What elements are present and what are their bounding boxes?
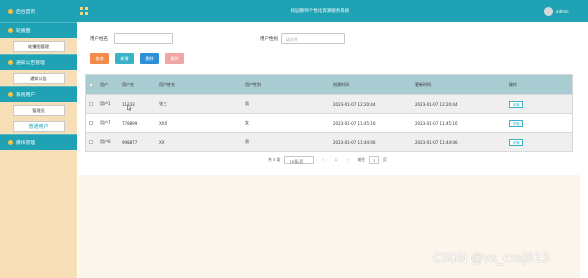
action-cell: 详情 (495, 119, 545, 127)
sidebar-item-label: 通知公告 (12, 72, 65, 84)
search-button[interactable]: 查询 (90, 53, 109, 64)
user-table: 用户 用户名 用户姓名 用户性别 创建时间 更新时间 操作 用户1 11233 … (85, 74, 573, 152)
sidebar-home-label: 后台首页 (16, 9, 36, 15)
sidebar-group-carousel[interactable]: 轮播图 (0, 22, 77, 38)
row-checkbox[interactable] (89, 121, 93, 125)
cell-updated: 2023-01-07 12:20:44 (415, 101, 458, 107)
column-header: 用户 (100, 81, 108, 87)
total-count: 共 3 条 (268, 157, 281, 162)
cell-account: 998877 (122, 139, 138, 145)
cell-updated: 2023-01-07 11:44:06 (415, 139, 458, 145)
toolbar: 查询 新增 删除 删除 (90, 53, 184, 64)
table-header: 用户 用户名 用户姓名 用户性别 创建时间 更新时间 操作 (86, 75, 572, 94)
cell-gender: 男 (245, 101, 249, 106)
watermark: CSDN @vx_cxsj813 (433, 251, 550, 265)
action-cell: 详情 (495, 100, 545, 108)
cell-name: XX (159, 139, 165, 145)
pagination: 共 3 条 10条/页 ‹ 1 › 前往 1 页 (268, 156, 387, 164)
sidebar-group-label: 轮播图 (16, 29, 31, 34)
notice-icon (8, 60, 13, 65)
cell-account: 778899 (122, 120, 138, 126)
sidebar-group-label: 模块管理 (16, 141, 36, 146)
sidebar: 后台首页 轮播图 轮播图管理 通知公告管理 通知公告 系统用户 管理员 普通用户… (0, 0, 77, 278)
detail-button[interactable]: 详情 (509, 100, 523, 108)
cell-name: 张三 (159, 101, 167, 106)
goto-suffix: 页 (383, 157, 387, 162)
sidebar-group-modules[interactable]: 模块管理 (0, 134, 77, 150)
action-cell: 详情 (495, 138, 545, 146)
username[interactable]: admin (556, 9, 569, 14)
batch-delete-button[interactable]: 删除 (165, 53, 184, 64)
cell-type: 用户6 (100, 139, 111, 144)
select-all-cell (86, 82, 96, 87)
sidebar-group-users[interactable]: 系统用户 (0, 86, 77, 102)
row-checkbox[interactable] (89, 140, 93, 144)
detail-button[interactable]: 详情 (509, 119, 523, 127)
cell-created: 2023-01-07 11:44:06 (333, 139, 376, 145)
cell-created: 2023-01-07 11:45:16 (333, 120, 376, 126)
row-select-cell (86, 102, 96, 106)
top-bar: 校园教师个性化资源服务系统 admin (0, 0, 588, 22)
mouse-cursor-icon (127, 104, 132, 111)
table-row: 用户6 998877 XX 男 2023-01-07 11:44:06 2023… (86, 132, 572, 151)
sidebar-item-normal-user[interactable]: 普通用户 (0, 118, 77, 134)
menu-grid-icon[interactable] (80, 7, 88, 15)
page-size-value: 10条/页 (289, 158, 304, 164)
cell-created: 2023-01-07 12:20:44 (333, 101, 376, 107)
username-filter-label: 用户姓名 (90, 36, 108, 42)
cell-gender: 男 (245, 139, 249, 144)
cell-updated: 2023-01-07 11:45:16 (415, 120, 458, 126)
cell-name: XXX (159, 120, 168, 126)
cell-type: 用户1 (100, 101, 111, 106)
sidebar-home[interactable]: 后台首页 (0, 0, 77, 22)
column-header: 用户名 (122, 81, 134, 87)
table-row: 用户1 11233 张三 男 2023-01-07 12:20:44 2023-… (86, 94, 572, 113)
home-icon (8, 8, 13, 14)
carousel-icon (8, 28, 13, 33)
sidebar-item-notice[interactable]: 通知公告 (0, 70, 77, 86)
column-header: 操作 (509, 81, 517, 87)
username-input[interactable] (114, 33, 173, 44)
sidebar-group-notice[interactable]: 通知公告管理 (0, 54, 77, 70)
username-filter: 用户姓名 (90, 33, 173, 44)
sidebar-item-label: 轮播图管理 (12, 40, 65, 52)
main-content: 用户姓名 用户性别 请选择 ⌄ 查询 新增 删除 删除 用户 用户名 用户姓名 … (78, 22, 580, 278)
chevron-down-icon: ⌄ (286, 36, 290, 42)
page-size-select[interactable]: 10条/页 (284, 156, 315, 164)
app-title: 校园教师个性化资源服务系统 (290, 9, 350, 14)
delete-button[interactable]: 删除 (140, 53, 159, 64)
detail-button[interactable]: 详情 (509, 138, 523, 146)
prev-page-button[interactable]: ‹ (318, 156, 327, 164)
cell-type: 用户7 (100, 120, 111, 125)
module-icon (8, 140, 13, 145)
add-button[interactable]: 新增 (115, 53, 134, 64)
column-header: 用户姓名 (159, 81, 175, 87)
cell-gender: 女 (245, 120, 249, 125)
avatar[interactable] (544, 7, 553, 16)
goto-page-input[interactable]: 1 (369, 156, 380, 164)
page-number[interactable]: 1 (331, 156, 340, 164)
gender-filter-label: 用户性别 (260, 36, 278, 42)
user-icon (8, 92, 13, 97)
sidebar-group-label: 系统用户 (16, 93, 36, 98)
sidebar-group-label: 通知公告管理 (16, 61, 45, 66)
sidebar-item-label: 管理员 (12, 104, 65, 116)
sidebar-item-admin[interactable]: 管理员 (0, 102, 77, 118)
gender-select[interactable]: 请选择 ⌄ (281, 33, 345, 44)
row-select-cell (86, 121, 96, 125)
goto-label: 前往 (357, 157, 366, 162)
select-all-checkbox[interactable] (89, 82, 93, 87)
row-select-cell (86, 140, 96, 144)
next-page-button[interactable]: › (344, 156, 353, 164)
column-header: 用户性别 (245, 81, 261, 87)
sidebar-item-carousel-manage[interactable]: 轮播图管理 (0, 38, 77, 54)
table-row: 用户7 778899 XXX 女 2023-01-07 11:45:16 202… (86, 113, 572, 132)
sidebar-item-label: 普通用户 (12, 120, 65, 132)
column-header: 更新时间 (415, 81, 431, 87)
column-header: 创建时间 (333, 81, 349, 87)
row-checkbox[interactable] (89, 102, 93, 106)
gender-filter: 用户性别 请选择 ⌄ (260, 33, 345, 44)
